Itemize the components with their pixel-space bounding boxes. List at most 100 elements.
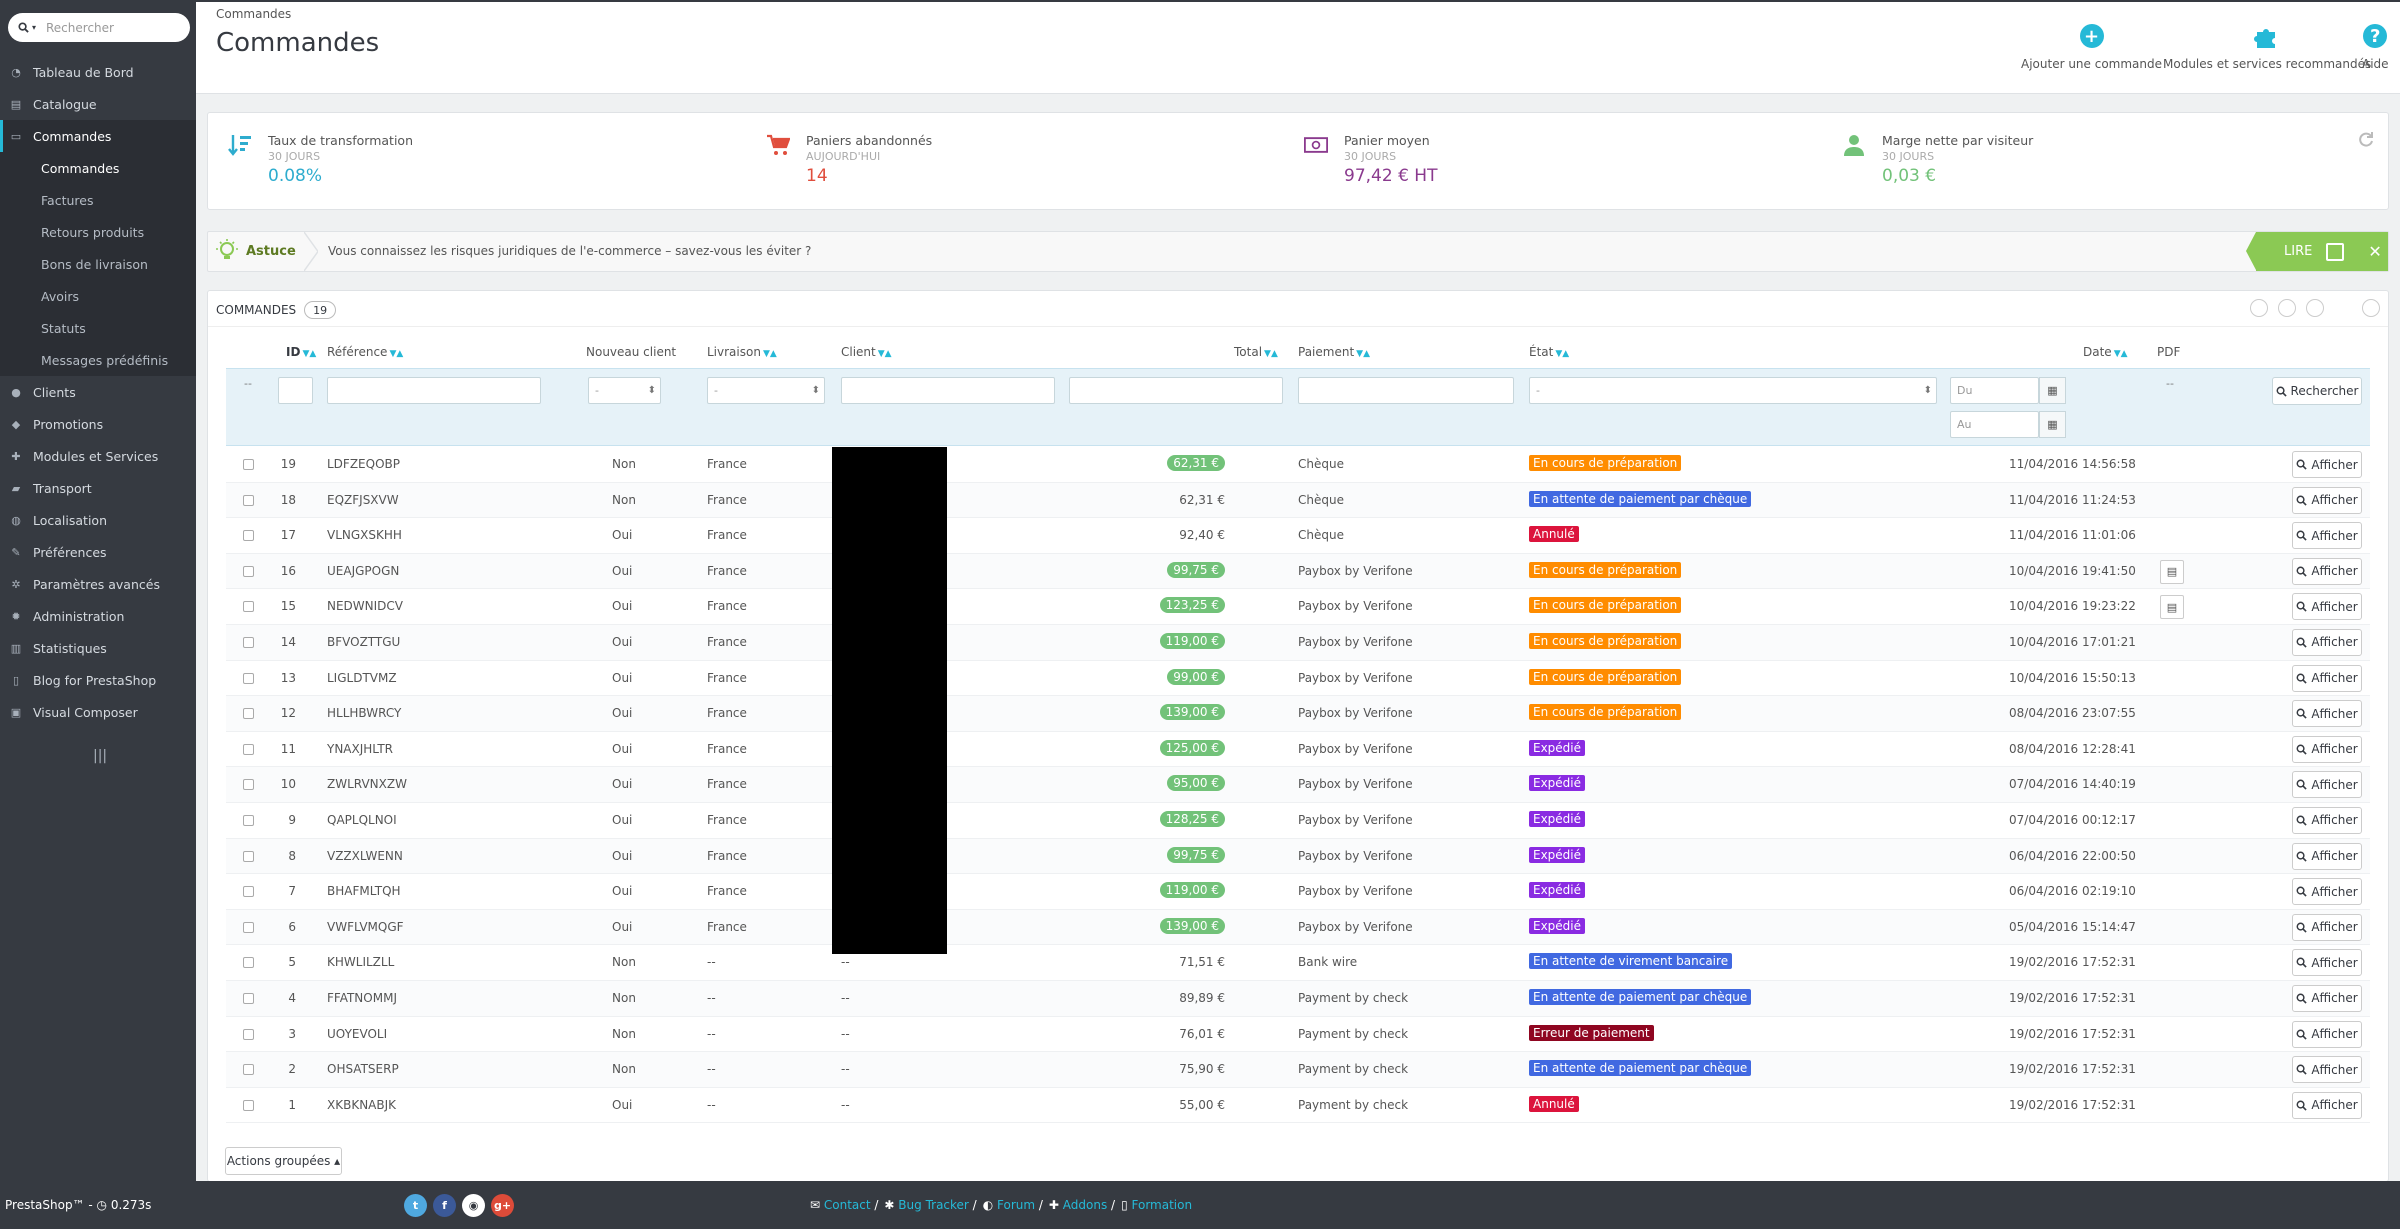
calendar-icon[interactable]: ▦ <box>2039 377 2066 404</box>
col-total[interactable]: Total ▼▲ <box>1234 345 1278 359</box>
sidebar-item-10[interactable]: ✹ Administration <box>0 600 196 632</box>
row-checkbox[interactable] <box>243 530 254 542</box>
row-checkbox[interactable] <box>243 743 254 755</box>
table-row[interactable]: 4 FFATNOMMJ Non -- -- 89,89 € Payment by check… <box>226 980 2370 1017</box>
delivery-filter[interactable]: - <box>707 377 825 404</box>
row-checkbox[interactable] <box>243 992 254 1004</box>
col-delivery[interactable]: Livraison ▼▲ <box>707 345 777 359</box>
google-plus-icon[interactable]: g+ <box>491 1194 514 1217</box>
view-order-button[interactable]: Afficher <box>2292 593 2362 621</box>
sidebar-item-6[interactable]: ▰ Transport <box>0 472 196 504</box>
footer-link-0[interactable]: ✉ Contact / <box>810 1198 878 1212</box>
row-checkbox[interactable] <box>243 814 254 826</box>
sidebar-item-7[interactable]: ◍ Localisation <box>0 504 196 536</box>
sidebar-item-12[interactable]: ▯ Blog for PrestaShop <box>0 664 196 696</box>
row-checkbox[interactable] <box>243 886 254 898</box>
footer-link-1[interactable]: ✱ Bug Tracker / <box>884 1198 976 1212</box>
view-order-button[interactable]: Afficher <box>2292 628 2362 656</box>
row-checkbox[interactable] <box>243 850 254 862</box>
search-box[interactable]: ▾ <box>8 13 190 42</box>
pdf-invoice-icon[interactable]: ▤ <box>2160 559 2184 584</box>
submenu-item[interactable]: Bons de livraison <box>0 248 196 280</box>
table-row[interactable]: 6 VWFLVMQGF Oui France 139,00 € Paybox by Ver… <box>226 909 2370 946</box>
row-checkbox[interactable] <box>243 1064 254 1076</box>
footer-link-2[interactable]: ◐ Forum / <box>983 1198 1043 1212</box>
sidebar-item-1[interactable]: ▤ Catalogue <box>0 88 196 120</box>
reference-filter[interactable] <box>327 377 541 404</box>
table-row[interactable]: 5 KHWLILZLL Non -- -- 71,51 € Bank wire En atte… <box>226 945 2370 981</box>
view-order-button[interactable]: Afficher <box>2292 557 2362 585</box>
sidebar-item-4[interactable]: ◆ Promotions <box>0 408 196 440</box>
twitter-icon[interactable]: t <box>404 1194 427 1217</box>
view-order-button[interactable]: Afficher <box>2292 1091 2362 1119</box>
submenu-item[interactable]: Messages prédéfinis <box>0 344 196 376</box>
col-id[interactable]: ID ▼▲ <box>286 345 316 359</box>
view-order-button[interactable]: Afficher <box>2292 1020 2362 1048</box>
add-order-button[interactable]: + Ajouter une commande <box>2021 24 2162 71</box>
sql-query-icon[interactable] <box>2334 299 2352 317</box>
table-row[interactable]: 12 HLLHBWRCY Oui France 139,00 € Paybox by Ve… <box>226 696 2370 732</box>
recommended-modules-button[interactable]: Modules et services recommandés <box>2163 24 2371 71</box>
calendar-icon[interactable]: ▦ <box>2039 411 2066 438</box>
col-date[interactable]: Date ▼▲ <box>2083 345 2128 359</box>
table-row[interactable]: 11 YNAXJHLTR Oui France 125,00 € Paybox by Ve… <box>226 732 2370 768</box>
row-checkbox[interactable] <box>243 565 254 577</box>
view-order-button[interactable]: Afficher <box>2292 1056 2362 1084</box>
table-row[interactable]: 8 VZZXLWENN Oui France 99,75 € Paybox by Veri… <box>226 838 2370 875</box>
table-row[interactable]: 2 OHSATSERP Non -- -- 75,90 € Payment by check… <box>226 1052 2370 1088</box>
collapse-menu-icon[interactable]: ||| <box>0 740 196 772</box>
pdf-invoice-icon[interactable]: ▤ <box>2160 595 2184 620</box>
facebook-icon[interactable]: f <box>433 1194 456 1217</box>
table-row[interactable]: 13 LIGLDTVMZ Oui France 99,00 € Paybox by Ver… <box>226 661 2370 697</box>
row-checkbox[interactable] <box>243 494 254 506</box>
sidebar-item-2[interactable]: ▭ Commandes <box>0 120 196 152</box>
row-checkbox[interactable] <box>243 459 254 470</box>
table-row[interactable]: 19 LDFZEQOBP Non France 62,31 € Chèque En cour… <box>226 447 2370 483</box>
refresh-icon[interactable] <box>2358 131 2374 147</box>
date-from-input[interactable]: Du <box>1950 377 2039 404</box>
sidebar-item-5[interactable]: ✚ Modules et Services <box>0 440 196 472</box>
view-order-button[interactable]: Afficher <box>2292 700 2362 728</box>
col-payment[interactable]: Paiement ▼▲ <box>1298 345 1370 359</box>
footer-link-4[interactable]: ▯ Formation <box>1121 1198 1192 1212</box>
sidebar-item-0[interactable]: ◔ Tableau de Bord <box>0 56 196 88</box>
submenu-item[interactable]: Commandes <box>0 152 196 184</box>
total-filter[interactable] <box>1069 377 1283 404</box>
view-order-button[interactable]: Afficher <box>2292 806 2362 834</box>
add-icon[interactable] <box>2250 299 2268 317</box>
search-input[interactable] <box>46 20 186 35</box>
row-checkbox[interactable] <box>243 601 254 613</box>
row-checkbox[interactable] <box>243 921 254 933</box>
search-icon[interactable]: ▾ <box>8 13 46 42</box>
view-order-button[interactable]: Afficher <box>2292 913 2362 941</box>
export-icon[interactable] <box>2278 299 2296 317</box>
view-order-button[interactable]: Afficher <box>2292 984 2362 1012</box>
read-tip-button[interactable]: LIRE ✕ <box>2246 232 2388 271</box>
table-row[interactable]: 10 ZWLRVNXZW Oui France 95,00 € Paybox by Ver… <box>226 767 2370 803</box>
row-checkbox[interactable] <box>243 1099 254 1111</box>
search-button[interactable]: Rechercher <box>2272 377 2362 405</box>
view-order-button[interactable]: Afficher <box>2292 878 2362 906</box>
sidebar-item-8[interactable]: ✎ Préférences <box>0 536 196 568</box>
table-row[interactable]: 3 UOYEVOLI Non -- -- 76,01 € Payment by check E… <box>226 1017 2370 1053</box>
row-checkbox[interactable] <box>243 672 254 684</box>
submenu-item[interactable]: Statuts <box>0 312 196 344</box>
help-button[interactable]: ? Aide <box>2362 24 2389 71</box>
new-client-filter[interactable]: - <box>588 377 661 404</box>
submenu-item[interactable]: Avoirs <box>0 280 196 312</box>
row-checkbox[interactable] <box>243 1028 254 1040</box>
sidebar-item-3[interactable]: ● Clients <box>0 376 196 408</box>
row-checkbox[interactable] <box>243 957 254 969</box>
table-row[interactable]: 9 QAPLQLNOI Oui France 128,25 € Paybox by Ver… <box>226 803 2370 839</box>
view-order-button[interactable]: Afficher <box>2292 771 2362 799</box>
table-row[interactable]: 7 BHAFMLTQH Oui France 119,00 € Paybox by Ver… <box>226 874 2370 910</box>
col-client[interactable]: Client ▼▲ <box>841 345 892 359</box>
table-row[interactable]: 16 UEAJGPOGN Oui France 99,75 € Paybox by Ver… <box>226 553 2370 590</box>
submenu-item[interactable]: Factures <box>0 184 196 216</box>
footer-link-3[interactable]: ✚ Addons / <box>1049 1198 1115 1212</box>
sql-manager-icon[interactable] <box>2362 299 2380 317</box>
row-checkbox[interactable] <box>243 636 254 648</box>
id-filter[interactable] <box>278 377 313 404</box>
col-reference[interactable]: Référence ▼▲ <box>327 345 403 359</box>
bulk-actions-button[interactable]: Actions groupées ▴ <box>225 1147 342 1175</box>
